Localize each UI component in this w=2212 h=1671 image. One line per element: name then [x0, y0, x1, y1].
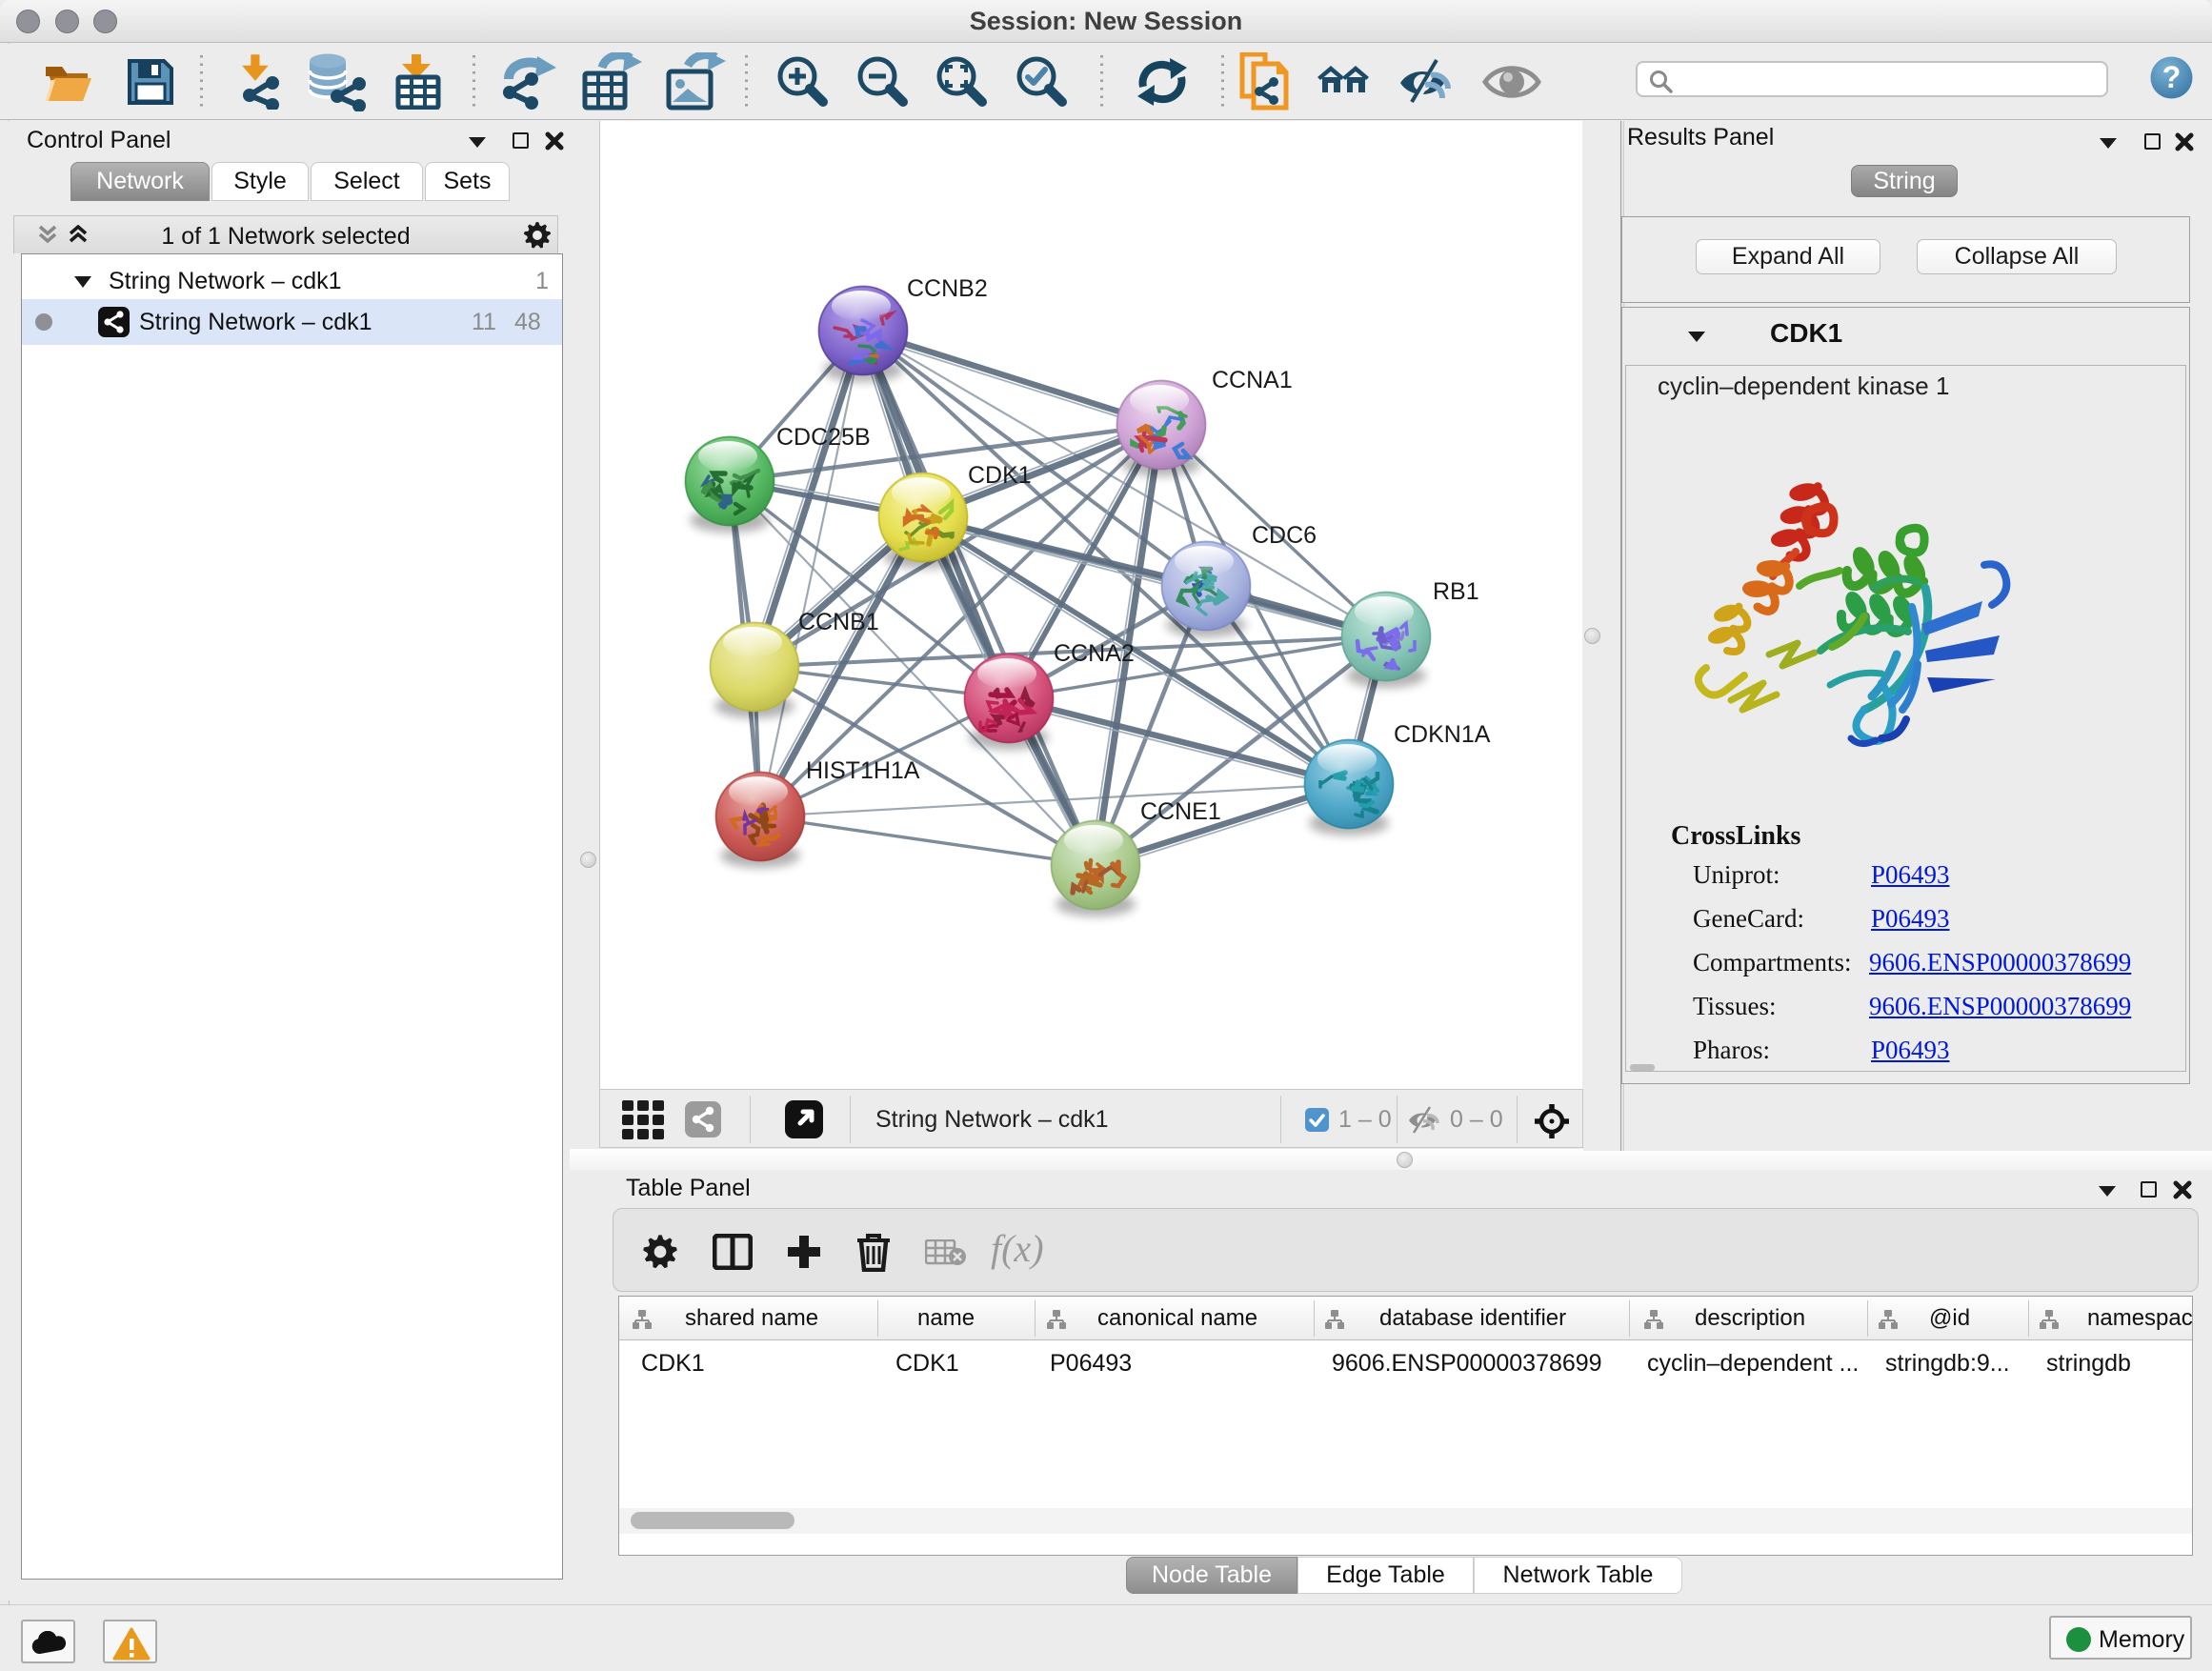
- svg-text:?: ?: [2162, 60, 2182, 94]
- svg-text:CDC25B: CDC25B: [776, 424, 871, 451]
- svg-text:CDKN1A: CDKN1A: [1394, 721, 1491, 748]
- svg-text:CCNE1: CCNE1: [1140, 798, 1221, 825]
- svg-text:CCNB1: CCNB1: [798, 609, 879, 635]
- svg-text:HIST1H1A: HIST1H1A: [806, 757, 920, 784]
- svg-text:CCNB2: CCNB2: [907, 275, 988, 302]
- svg-text:CDK1: CDK1: [968, 462, 1032, 489]
- svg-text:CCNA2: CCNA2: [1054, 640, 1135, 667]
- svg-text:RB1: RB1: [1433, 578, 1479, 605]
- svg-text:CDC6: CDC6: [1252, 522, 1317, 549]
- svg-text:CCNA1: CCNA1: [1212, 367, 1293, 393]
